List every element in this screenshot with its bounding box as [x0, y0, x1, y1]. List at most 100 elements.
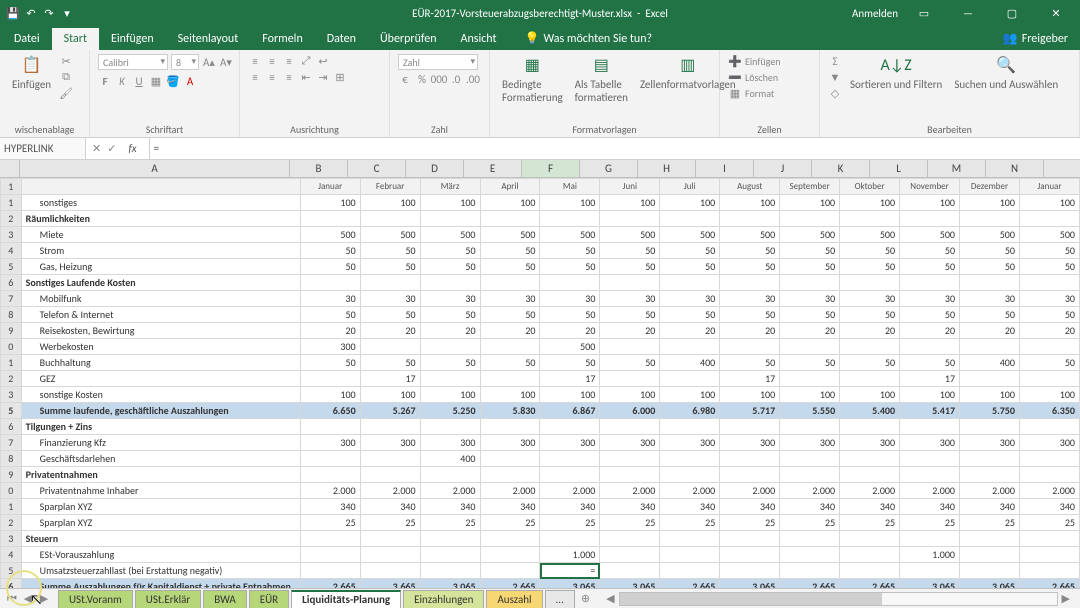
sheet-tab-ein[interactable]: Einzahlungen	[403, 590, 484, 608]
col-header-C[interactable]: C	[348, 160, 406, 177]
wrap-icon[interactable]: ↩	[316, 54, 330, 68]
format-cells[interactable]: ▦Format	[728, 86, 774, 100]
sheet-tab-more[interactable]: ...	[545, 590, 575, 608]
col-header-L[interactable]: L	[870, 160, 928, 177]
underline-icon[interactable]: U	[132, 74, 146, 88]
percent-icon[interactable]: %	[415, 72, 429, 86]
scroll-right-icon[interactable]: ▶	[1058, 592, 1074, 605]
copy-icon[interactable]: ⧉	[59, 70, 73, 84]
undo-icon[interactable]: ↶	[24, 6, 38, 20]
italic-icon[interactable]: K	[115, 74, 129, 88]
col-header-E[interactable]: E	[464, 160, 522, 177]
col-header-J[interactable]: J	[754, 160, 812, 177]
paste-button[interactable]: 📋Einfügen	[8, 52, 55, 93]
align-left-icon[interactable]: ≡	[248, 70, 262, 84]
ribbon: 📋Einfügen ✂ ⧉ 🖌 wischenablage Calibri8A▴…	[0, 50, 1080, 138]
sheet-tab-voranm[interactable]: USt.Voranm	[58, 590, 133, 608]
ribbon-options-icon[interactable]: ▭	[906, 0, 942, 26]
orientation-icon[interactable]: ⤢	[299, 54, 313, 68]
tab-file[interactable]: Datei	[2, 28, 52, 50]
minimize-icon[interactable]: —	[950, 0, 986, 26]
col-header-H[interactable]: H	[638, 160, 696, 177]
col-header-A[interactable]: A	[20, 160, 290, 177]
fx-icon[interactable]: fx	[122, 142, 142, 155]
qat-dropdown-icon[interactable]: ▾	[60, 6, 74, 20]
bold-icon[interactable]: F	[98, 74, 112, 88]
tab-review[interactable]: Überprüfen	[368, 28, 449, 50]
font-size-combo[interactable]: 8	[171, 54, 199, 70]
col-header-D[interactable]: D	[406, 160, 464, 177]
number-format-combo[interactable]: Zahl	[398, 54, 478, 70]
align-center-icon[interactable]: ≡	[265, 70, 279, 84]
col-header-N[interactable]: N	[986, 160, 1044, 177]
sort-filter-button[interactable]: A↓ZSortieren und Filtern	[846, 52, 946, 93]
inc-dec-icon[interactable]: .0	[449, 72, 463, 86]
tab-home[interactable]: Start	[52, 28, 99, 50]
delete-cells[interactable]: ➖Löschen	[728, 70, 778, 84]
grow-font-icon[interactable]: A▴	[202, 55, 216, 69]
tab-insert[interactable]: Einfügen	[99, 28, 166, 50]
col-header-B[interactable]: B	[290, 160, 348, 177]
font-name-combo[interactable]: Calibri	[98, 54, 168, 70]
save-icon[interactable]: 💾	[6, 6, 20, 20]
align-bot-icon[interactable]: ≡	[282, 54, 296, 68]
table-format-button[interactable]: ▤Als Tabelle formatieren	[571, 52, 632, 106]
indent-dec-icon[interactable]: ⇤	[299, 70, 313, 84]
border-icon[interactable]: ▦	[149, 74, 163, 88]
col-header-M[interactable]: M	[928, 160, 986, 177]
tab-layout[interactable]: Seitenlayout	[166, 28, 251, 50]
table-icon: ▤	[590, 54, 612, 76]
scroll-left-icon[interactable]: ◀	[602, 592, 618, 605]
tab-data[interactable]: Daten	[315, 28, 368, 50]
enter-formula-icon[interactable]: ✓	[107, 142, 116, 155]
find-select-button[interactable]: 🔍Suchen und Auswählen	[950, 52, 1062, 93]
tab-formulas[interactable]: Formeln	[250, 28, 314, 50]
tab-view[interactable]: Ansicht	[449, 28, 509, 50]
tab-nav-next-icon[interactable]: ▶	[36, 592, 52, 606]
signin-link[interactable]: Anmelden	[852, 7, 898, 20]
shrink-font-icon[interactable]: A▾	[219, 55, 233, 69]
font-color-icon[interactable]: A	[183, 74, 197, 88]
cut-icon[interactable]: ✂	[59, 54, 73, 68]
new-sheet-icon[interactable]: ⊕	[575, 592, 596, 605]
tell-me[interactable]: 💡Was möchten Sie tun?	[513, 27, 665, 50]
sheet-tab-bwa[interactable]: BWA	[203, 590, 247, 608]
share-button[interactable]: 👥Freigeber	[991, 27, 1080, 50]
insert-cells[interactable]: ➕Einfügen	[728, 54, 781, 68]
indent-inc-icon[interactable]: ⇥	[316, 70, 330, 84]
currency-icon[interactable]: €	[398, 72, 412, 86]
fill-icon[interactable]: ▼	[828, 70, 842, 84]
redo-icon[interactable]: ↷	[42, 6, 56, 20]
cell-styles-icon: ▥	[677, 54, 699, 76]
col-header-F[interactable]: F	[522, 160, 580, 177]
comma-icon[interactable]: 000	[432, 72, 446, 86]
merge-icon[interactable]: ⊞	[333, 70, 347, 84]
align-right-icon[interactable]: ≡	[282, 70, 296, 84]
sheet-tab-eur[interactable]: EÜR	[249, 590, 289, 608]
cancel-formula-icon[interactable]: ✕	[92, 142, 101, 155]
group-font: Schriftart	[98, 122, 231, 136]
col-header-I[interactable]: I	[696, 160, 754, 177]
worksheet[interactable]: 1JanuarFebruarMärzAprilMaiJuniJuliAugust…	[0, 178, 1080, 588]
fill-color-icon[interactable]: 🪣	[166, 74, 180, 88]
maximize-icon[interactable]: ▢	[994, 0, 1030, 26]
align-top-icon[interactable]: ≡	[248, 54, 262, 68]
clear-icon[interactable]: ◇	[828, 86, 842, 100]
horizontal-scrollbar[interactable]: ◀ ▶	[602, 592, 1074, 606]
col-header-G[interactable]: G	[580, 160, 638, 177]
name-box[interactable]: HYPERLINK	[0, 138, 86, 159]
sheet-tab-aus[interactable]: Auszahl	[486, 590, 542, 608]
select-all-corner[interactable]	[0, 160, 20, 177]
tab-nav-first-icon[interactable]: ⏮	[4, 592, 20, 606]
autosum-icon[interactable]: Σ	[828, 54, 842, 68]
dec-dec-icon[interactable]: .00	[466, 72, 480, 86]
col-header-K[interactable]: K	[812, 160, 870, 177]
format-painter-icon[interactable]: 🖌	[59, 86, 73, 100]
sheet-tab-active[interactable]: Liquiditäts-Planung	[291, 590, 401, 608]
formula-input[interactable]: =	[150, 142, 1080, 155]
close-icon[interactable]: ✕	[1038, 0, 1074, 26]
align-mid-icon[interactable]: ≡	[265, 54, 279, 68]
sheet-tab-erklar[interactable]: USt.Erklär	[135, 590, 201, 608]
tab-nav-prev-icon[interactable]: ◀	[20, 592, 36, 606]
cond-format-button[interactable]: ▦Bedingte Formatierung	[498, 52, 567, 106]
